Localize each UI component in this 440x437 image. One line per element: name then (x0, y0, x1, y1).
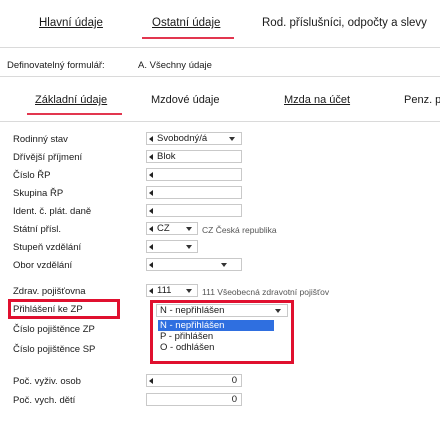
chevron-down-icon (186, 227, 192, 231)
ident-plat-dane-input[interactable] (146, 204, 242, 217)
tab-rod-prislusnici[interactable]: Rod. příslušníci, odpočty a slevy (262, 17, 427, 29)
arrow-left-icon (149, 226, 153, 232)
form-selector-separator (0, 76, 440, 77)
subtab-penz[interactable]: Penz. p (404, 94, 440, 106)
top-separator (0, 47, 440, 48)
cislo-rp-input[interactable] (146, 168, 242, 181)
arrow-left-icon (149, 244, 153, 250)
poc-vyziv-osob-label: Poč. vyživ. osob (13, 376, 81, 387)
statni-prisl-select[interactable]: CZ (146, 222, 198, 235)
active-subtab-indicator (27, 113, 122, 115)
rodinny-stav-label: Rodinný stav (13, 134, 68, 145)
drivejsi-prijmeni-input[interactable]: Blok (146, 150, 242, 163)
subtab-zakladni-udaje[interactable]: Základní údaje (35, 94, 107, 106)
dropdown-option-n[interactable]: N - nepřihlášen (158, 320, 274, 331)
obor-vzdelani-select[interactable] (146, 258, 242, 271)
rodinny-stav-value: Svobodný/á (157, 133, 208, 144)
poc-vych-deti-value: 0 (231, 394, 237, 405)
drivejsi-prijmeni-value: Blok (157, 151, 176, 162)
zdrav-pojistovna-select[interactable]: 111 (146, 284, 198, 297)
arrow-left-icon (149, 190, 153, 196)
poc-vyziv-osob-value: 0 (231, 375, 237, 386)
subtab-separator (0, 121, 440, 122)
skupina-rp-label: Skupina ŘP (13, 188, 64, 199)
rodinny-stav-select[interactable]: Svobodný/á (146, 132, 242, 145)
form-selector-value[interactable]: A. Všechny údaje (138, 60, 212, 71)
subtab-mzda-na-ucet[interactable]: Mzda na účet (284, 94, 350, 106)
zdrav-pojistovna-label: Zdrav. pojišťovna (13, 286, 86, 297)
arrow-left-icon (149, 136, 153, 142)
dropdown-option-o[interactable]: O - odhlášen (160, 342, 214, 353)
chevron-down-icon (186, 289, 192, 293)
stupen-vzdelani-label: Stupeň vzdělání (13, 242, 82, 253)
chevron-down-icon (275, 309, 281, 313)
prihlaseni-ke-zp-label: Přihlášení ke ZP (13, 304, 83, 315)
active-tab-indicator (142, 37, 234, 39)
skupina-rp-input[interactable] (146, 186, 242, 199)
poc-vyziv-osob-input[interactable]: 0 (146, 374, 242, 387)
arrow-left-icon (149, 262, 153, 268)
stupen-vzdelani-select[interactable] (146, 240, 198, 253)
dropdown-option-p[interactable]: P - přihlášen (160, 331, 213, 342)
form-selector-label: Definovatelný formulář: (7, 60, 105, 71)
arrow-left-icon (149, 208, 153, 214)
arrow-left-icon (149, 288, 153, 294)
drivejsi-prijmeni-label: Dřívější příjmení (13, 152, 83, 163)
zdrav-pojistovna-description: 111 Všeobecná zdravotní pojišťov (202, 287, 330, 297)
cislo-pojistence-sp-label: Číslo pojištěnce SP (13, 344, 96, 355)
statni-prisl-label: Státní přísl. (13, 224, 62, 235)
arrow-left-icon (149, 172, 153, 178)
tab-hlavni-udaje[interactable]: Hlavní údaje (39, 17, 103, 29)
prihlaseni-ke-zp-select[interactable]: N - nepřihlášen (156, 304, 288, 317)
arrow-left-icon (149, 154, 153, 160)
poc-vych-deti-input[interactable]: 0 (146, 393, 242, 406)
ident-plat-dane-label: Ident. č. plát. daně (13, 206, 92, 217)
cislo-rp-label: Číslo ŘP (13, 170, 51, 181)
subtab-mzdove-udaje[interactable]: Mzdové údaje (151, 94, 220, 106)
arrow-left-icon (149, 378, 153, 384)
chevron-down-icon (229, 137, 235, 141)
obor-vzdelani-label: Obor vzdělání (13, 260, 73, 271)
cislo-pojistence-zp-label: Číslo pojištěnce ZP (13, 324, 95, 335)
poc-vych-deti-label: Poč. vych. dětí (13, 395, 76, 406)
chevron-down-icon (221, 263, 227, 267)
top-tab-bar: Hlavní údaje Ostatní údaje Rod. příslušn… (0, 0, 440, 40)
zdrav-pojistovna-value: 111 (157, 285, 172, 296)
prihlaseni-ke-zp-value: N - nepřihlášen (160, 305, 225, 316)
chevron-down-icon (186, 245, 192, 249)
statni-prisl-description: CZ Česká republika (202, 225, 277, 235)
tab-ostatni-udaje[interactable]: Ostatní údaje (152, 17, 220, 29)
statni-prisl-value: CZ (157, 223, 170, 234)
